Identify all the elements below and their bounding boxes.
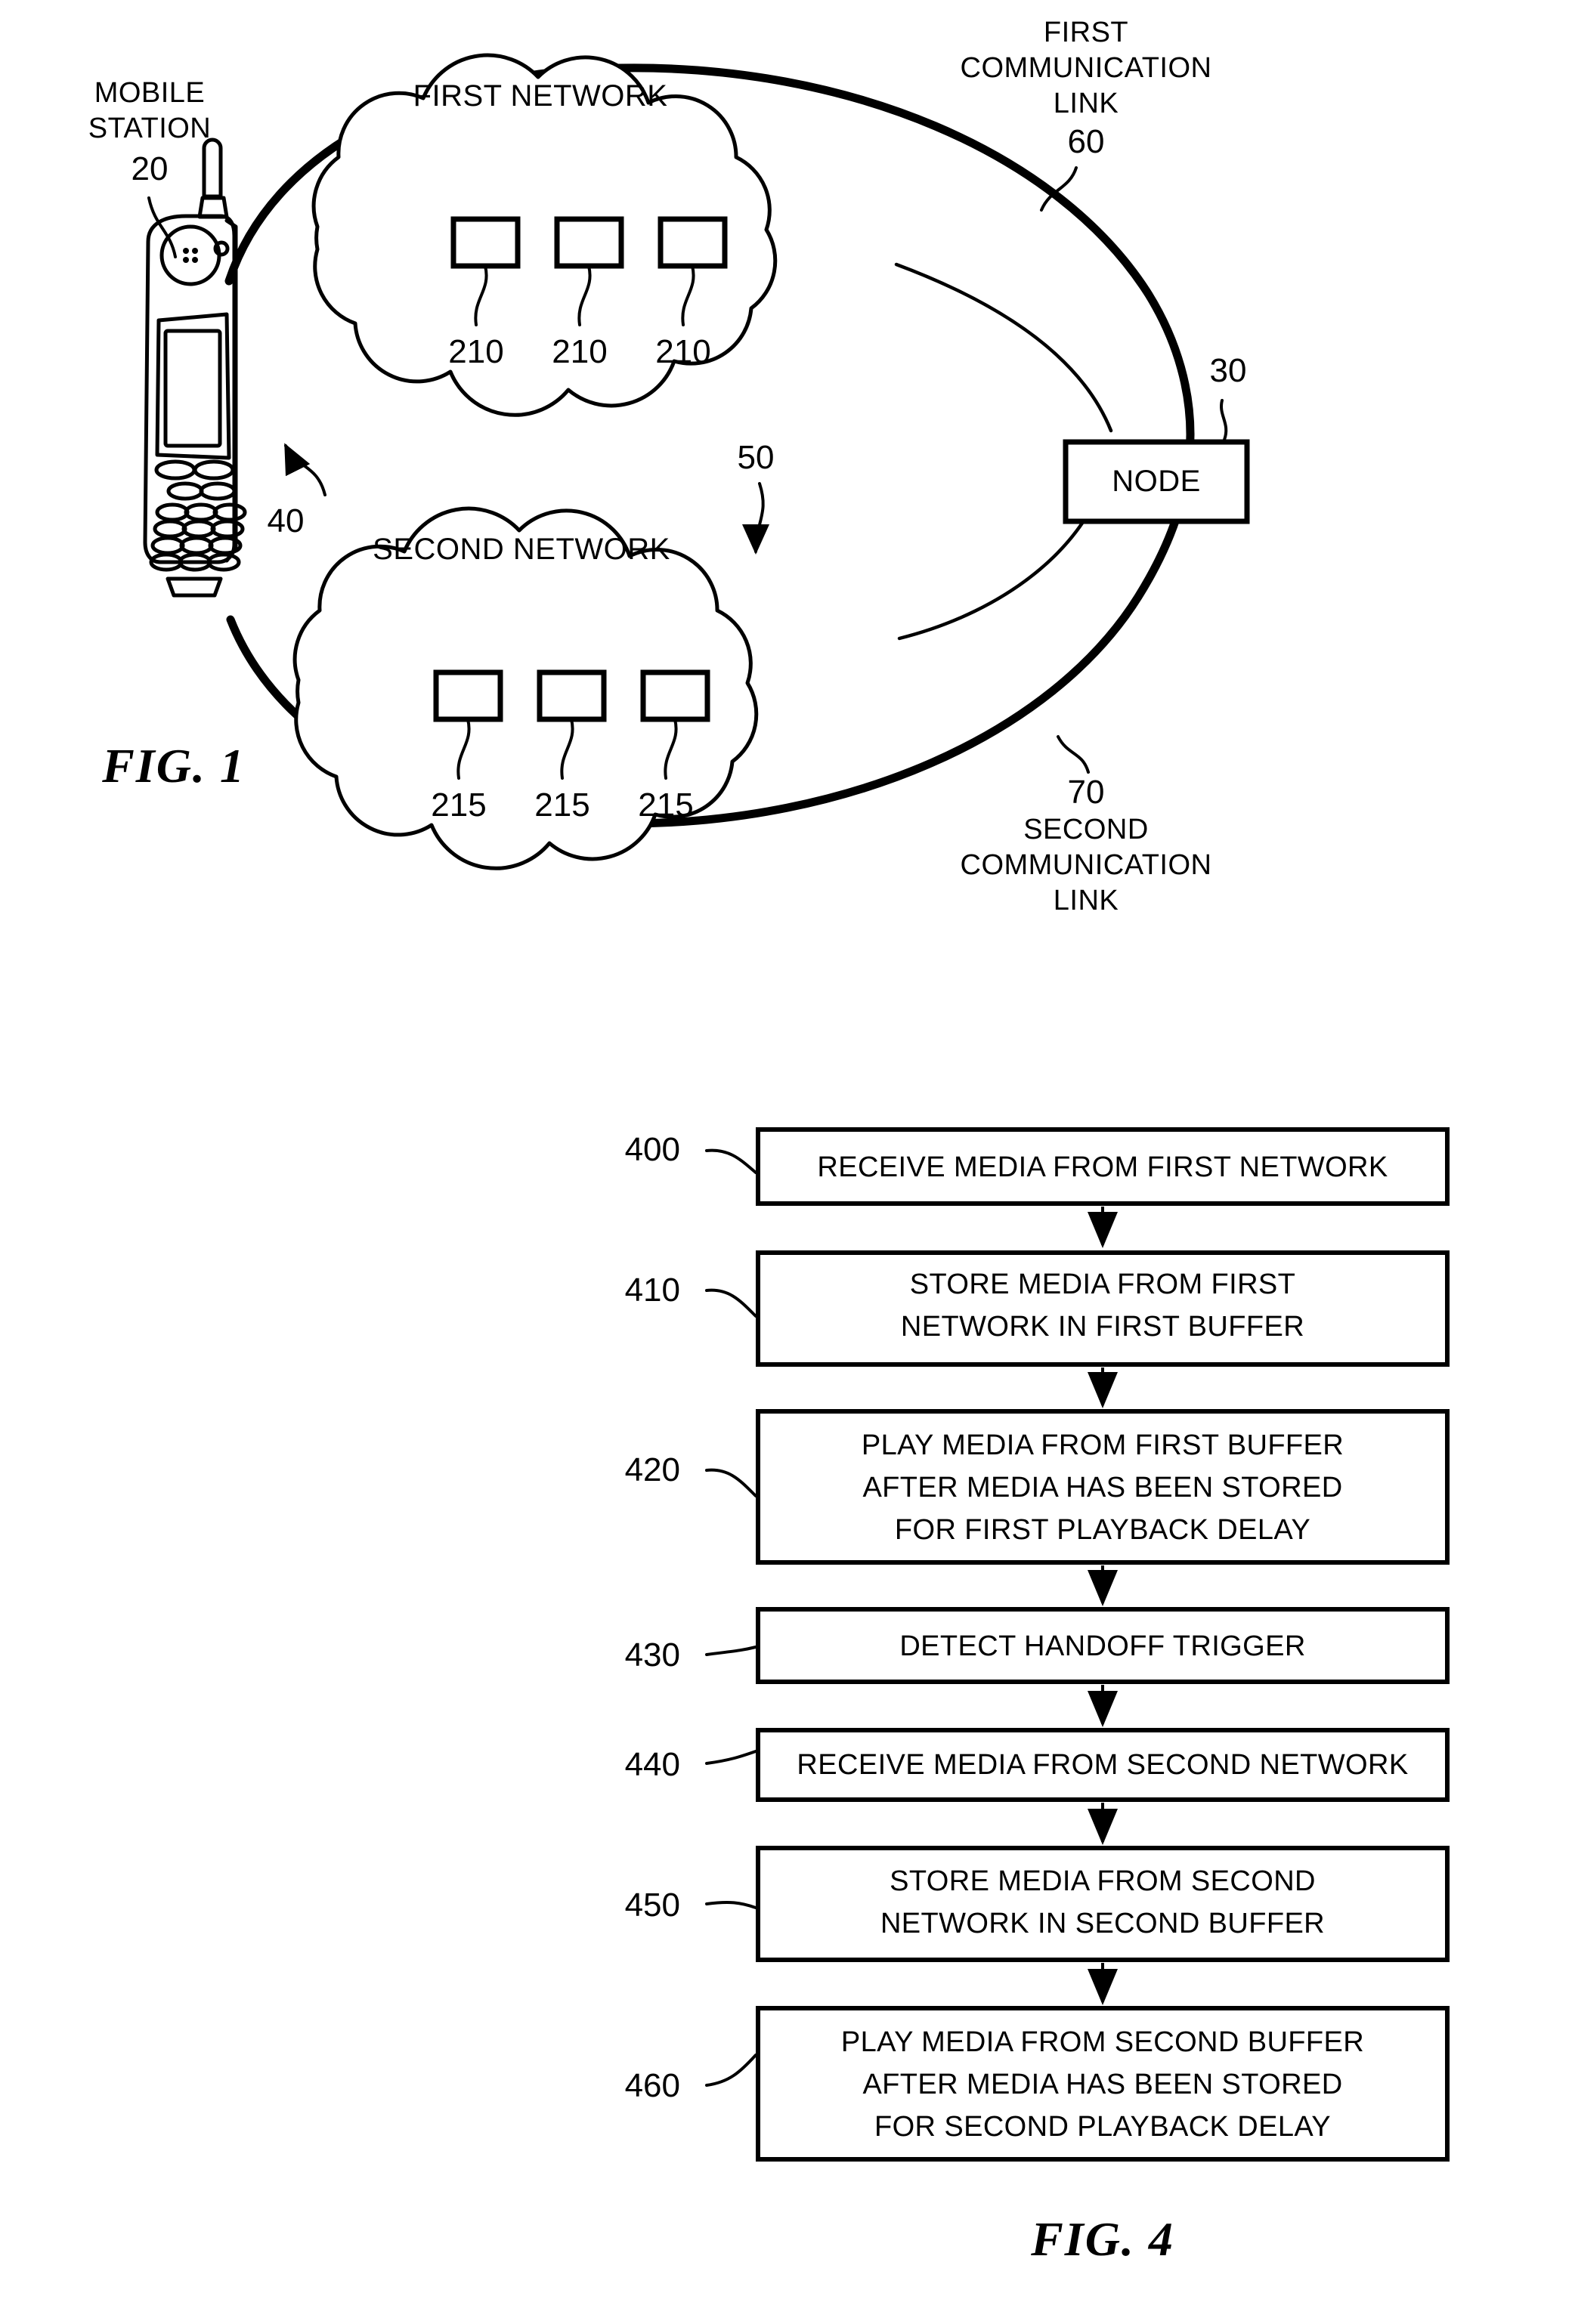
flow-step-ref: 460: [625, 2067, 680, 2104]
flow-step-ref: 400: [625, 1131, 680, 1168]
flow-box-line: AFTER MEDIA HAS BEEN STORED: [862, 2069, 1342, 2100]
flow-step-ref: 440: [625, 1746, 680, 1783]
flow-step-ref: 410: [625, 1272, 680, 1309]
flow-box-line: RECEIVE MEDIA FROM FIRST NETWORK: [817, 1151, 1388, 1183]
flow-step-460: PLAY MEDIA FROM SECOND BUFFER AFTER MEDI…: [625, 2006, 1450, 2162]
flow-box-line: NETWORK IN FIRST BUFFER: [901, 1311, 1304, 1343]
flow-box-line: PLAY MEDIA FROM FIRST BUFFER: [862, 1429, 1344, 1461]
figure-4-caption: FIG. 4: [1030, 2212, 1174, 2266]
flow-step-450: STORE MEDIA FROM SECOND NETWORK IN SECON…: [625, 1846, 1450, 2005]
flow-step-440: RECEIVE MEDIA FROM SECOND NETWORK 440: [625, 1728, 1450, 1845]
flow-box-line: FOR FIRST PLAYBACK DELAY: [895, 1514, 1310, 1546]
flow-step-430: DETECT HANDOFF TRIGGER 430: [625, 1607, 1450, 1727]
flow-box-line: RECEIVE MEDIA FROM SECOND NETWORK: [797, 1749, 1408, 1781]
flow-box-line: NETWORK IN SECOND BUFFER: [880, 1908, 1325, 1939]
flow-box-line: FOR SECOND PLAYBACK DELAY: [874, 2111, 1331, 2143]
flow-box-line: PLAY MEDIA FROM SECOND BUFFER: [841, 2026, 1364, 2058]
figure-4-graphic: RECEIVE MEDIA FROM FIRST NETWORK 400 STO…: [625, 1127, 1450, 2266]
flow-step-420: PLAY MEDIA FROM FIRST BUFFER AFTER MEDIA…: [625, 1409, 1450, 1606]
flow-step-400: RECEIVE MEDIA FROM FIRST NETWORK 400: [625, 1127, 1450, 1248]
flow-step-410: STORE MEDIA FROM FIRST NETWORK IN FIRST …: [625, 1250, 1450, 1408]
flow-box-line: DETECT HANDOFF TRIGGER: [899, 1630, 1305, 1662]
flow-step-ref: 430: [625, 1636, 680, 1673]
flow-box-line: STORE MEDIA FROM FIRST: [910, 1269, 1296, 1300]
flow-box-line: AFTER MEDIA HAS BEEN STORED: [862, 1472, 1342, 1503]
flow-box-line: STORE MEDIA FROM SECOND: [890, 1865, 1316, 1897]
patent-drawing-sheet: FIRST NETWORK 210 210 210 40 SECOND NETW…: [0, 0, 1575, 2324]
flow-step-ref: 420: [625, 1451, 680, 1488]
flow-step-ref: 450: [625, 1887, 680, 1924]
